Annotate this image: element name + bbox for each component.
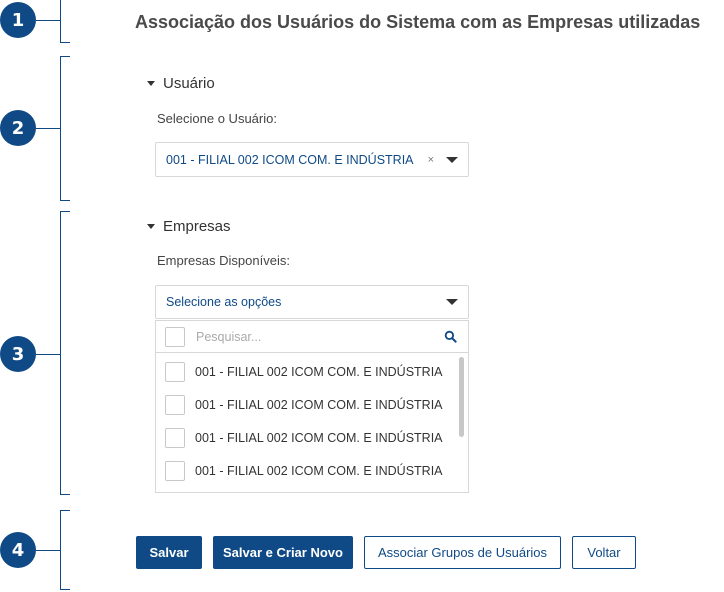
empresas-section-toggle[interactable]: Empresas xyxy=(147,218,231,235)
usuario-field-label: Selecione o Usuário: xyxy=(157,111,277,126)
option-label: 001 - FILIAL 002 ICOM COM. E INDÚSTRIA xyxy=(195,398,443,412)
bracket-4 xyxy=(60,510,70,590)
caret-down-icon xyxy=(147,81,155,86)
option-checkbox[interactable] xyxy=(165,428,185,448)
option-checkbox[interactable] xyxy=(165,395,185,415)
marker-1: 1 xyxy=(0,2,36,38)
empresas-field-label: Empresas Disponíveis: xyxy=(157,253,290,268)
chevron-down-icon[interactable] xyxy=(446,156,458,163)
list-item[interactable]: 001 - FILIAL 002 ICOM COM. E INDÚSTRIA xyxy=(165,395,443,415)
empresas-search-row: Pesquisar... xyxy=(155,320,469,353)
empresas-options-list: 001 - FILIAL 002 ICOM COM. E INDÚSTRIA 0… xyxy=(155,353,469,493)
bracket-1 xyxy=(60,0,70,43)
select-all-checkbox[interactable] xyxy=(165,326,185,347)
option-label: 001 - FILIAL 002 ICOM COM. E INDÚSTRIA xyxy=(195,464,443,478)
empresas-select[interactable]: Selecione as opções xyxy=(155,285,469,319)
scrollbar-thumb[interactable] xyxy=(459,357,464,437)
marker-3: 3 xyxy=(0,336,36,372)
marker-3-connector xyxy=(36,354,60,355)
search-input[interactable]: Pesquisar... xyxy=(196,330,261,344)
marker-4-connector xyxy=(36,550,60,551)
chevron-down-icon[interactable] xyxy=(446,299,458,305)
marker-2: 2 xyxy=(0,110,36,146)
empresas-section-label: Empresas xyxy=(163,218,231,235)
option-label: 001 - FILIAL 002 ICOM COM. E INDÚSTRIA xyxy=(195,431,443,445)
option-checkbox[interactable] xyxy=(165,461,185,481)
empresas-select-placeholder: Selecione as opções xyxy=(166,295,282,309)
marker-2-connector xyxy=(36,128,60,129)
associate-groups-button[interactable]: Associar Grupos de Usuários xyxy=(364,536,561,569)
search-icon[interactable] xyxy=(444,330,457,343)
back-button[interactable]: Voltar xyxy=(572,536,636,569)
usuario-select[interactable]: 001 - FILIAL 002 ICOM COM. E INDÚSTRIA × xyxy=(155,142,469,177)
marker-4: 4 xyxy=(0,532,36,568)
marker-1-connector xyxy=(36,20,60,21)
save-and-new-button[interactable]: Salvar e Criar Novo xyxy=(213,536,353,569)
save-button[interactable]: Salvar xyxy=(136,536,202,569)
list-item[interactable]: 001 - FILIAL 002 ICOM COM. E INDÚSTRIA xyxy=(165,461,443,481)
caret-down-icon xyxy=(147,224,155,229)
list-item[interactable]: 001 - FILIAL 002 ICOM COM. E INDÚSTRIA xyxy=(165,428,443,448)
usuario-section-toggle[interactable]: Usuário xyxy=(147,75,215,92)
page-title: Associação dos Usuários do Sistema com a… xyxy=(135,12,701,32)
option-checkbox[interactable] xyxy=(165,362,185,382)
option-label: 001 - FILIAL 002 ICOM COM. E INDÚSTRIA xyxy=(195,365,443,379)
usuario-section-label: Usuário xyxy=(163,75,215,92)
usuario-selected-value: 001 - FILIAL 002 ICOM COM. E INDÚSTRIA xyxy=(166,152,414,167)
clear-icon[interactable]: × xyxy=(428,154,434,166)
list-item[interactable]: 001 - FILIAL 002 ICOM COM. E INDÚSTRIA xyxy=(165,362,443,382)
bracket-2 xyxy=(60,56,70,201)
bracket-3 xyxy=(60,211,70,495)
